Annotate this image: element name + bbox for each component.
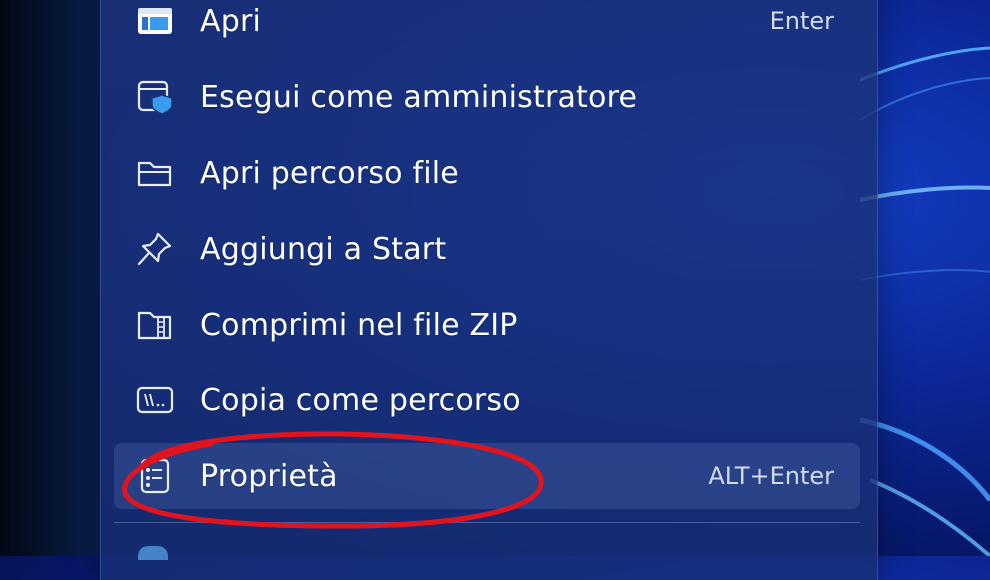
pin-icon — [134, 228, 176, 270]
folder-icon — [134, 152, 176, 194]
menu-item-label: Proprietà — [200, 458, 338, 494]
menu-item-proprieta[interactable]: Proprietà ALT+Enter — [114, 443, 860, 509]
menu-item-shortcut: Enter — [769, 7, 834, 35]
shield-window-icon — [134, 76, 176, 118]
menu-divider — [114, 522, 860, 523]
menu-item-comprimi-zip[interactable]: Comprimi nel file ZIP — [114, 292, 860, 358]
menu-item-copia-percorso[interactable]: Copia come percorso — [114, 367, 860, 433]
menu-item-esegui-amministratore[interactable]: Esegui come amministratore — [114, 64, 860, 130]
zip-folder-icon — [134, 304, 176, 346]
menu-item-label: Apri — [200, 3, 262, 39]
menu-item-label: Copia come percorso — [200, 382, 521, 418]
menu-item-label: Comprimi nel file ZIP — [200, 307, 518, 343]
menu-item-shortcut: ALT+Enter — [708, 462, 834, 490]
menu-item-label: Aggiungi a Start — [200, 231, 447, 267]
properties-icon — [134, 455, 176, 497]
menu-item-apri-percorso[interactable]: Apri percorso file — [114, 140, 860, 206]
menu-item-aggiungi-start[interactable]: Aggiungi a Start — [114, 216, 860, 282]
menu-item-label: Apri percorso file — [200, 155, 459, 191]
menu-item-label: Esegui come amministratore — [200, 79, 638, 115]
partial-next-item-icon — [138, 546, 168, 560]
copy-path-icon — [134, 379, 176, 421]
app-window-icon — [134, 0, 176, 42]
wallpaper-swirl — [860, 46, 990, 556]
desktop-left-shade — [0, 0, 100, 556]
menu-item-apri[interactable]: Apri Enter — [114, 0, 860, 54]
